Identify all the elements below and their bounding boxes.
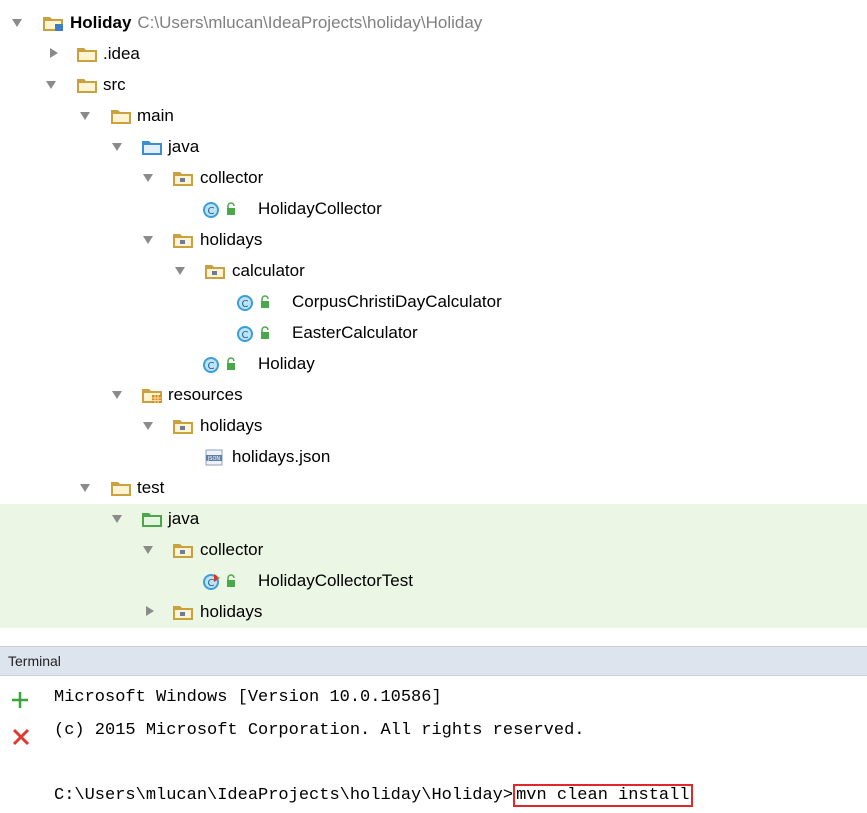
expand-arrow-icon[interactable] xyxy=(143,546,153,554)
tree-item-label: java xyxy=(168,137,200,156)
svg-text:JSON: JSON xyxy=(207,456,221,462)
tree-item-label: collector xyxy=(200,168,264,187)
package-icon xyxy=(173,172,193,186)
terminal-output-line: Microsoft Windows [Version 10.0.10586] xyxy=(54,688,442,707)
expand-arrow-icon[interactable] xyxy=(12,19,22,27)
expand-arrow-icon[interactable] xyxy=(112,391,122,399)
expand-arrow-icon[interactable] xyxy=(143,174,153,182)
tree-item-label: EasterCalculator xyxy=(292,323,418,342)
module-folder-icon xyxy=(43,17,63,31)
tree-row-class[interactable]: C EasterCalculator xyxy=(0,318,867,349)
package-icon xyxy=(205,265,225,279)
test-source-folder-icon xyxy=(142,513,162,527)
tree-item-label: .idea xyxy=(103,44,140,63)
tree-row-collector[interactable]: collector xyxy=(0,163,867,194)
tree-item-label: collector xyxy=(200,540,264,559)
tree-item-label: resources xyxy=(168,385,243,404)
expand-arrow-icon[interactable] xyxy=(80,484,90,492)
terminal-panel[interactable]: Microsoft Windows [Version 10.0.10586] (… xyxy=(0,676,867,813)
terminal-prompt-line[interactable]: C:\Users\mlucan\IdeaProjects\holiday\Hol… xyxy=(54,784,693,807)
folder-icon xyxy=(111,482,131,496)
new-session-plus-icon[interactable] xyxy=(10,690,30,710)
folder-icon xyxy=(77,79,97,93)
tree-row-class[interactable]: C Holiday xyxy=(0,349,867,380)
tree-item-label: java xyxy=(168,509,200,528)
tree-row-java-test[interactable]: java xyxy=(0,504,867,535)
tree-item-label: Holiday xyxy=(258,354,315,373)
tree-row-java-main[interactable]: java xyxy=(0,132,867,163)
class-icon: C xyxy=(237,326,269,342)
package-icon xyxy=(173,234,193,248)
tree-row-holidays-test[interactable]: holidays xyxy=(0,597,867,628)
class-icon: C xyxy=(203,202,235,218)
tree-row-main[interactable]: main xyxy=(0,101,867,132)
tree-item-label: calculator xyxy=(232,261,305,280)
tree-item-label: CorpusChristiDayCalculator xyxy=(292,292,502,311)
tree-row-root[interactable]: Holiday C:\Users\mlucan\IdeaProjects\holi… xyxy=(0,8,867,39)
resources-folder-icon xyxy=(142,389,162,403)
collapse-arrow-icon[interactable] xyxy=(50,48,58,58)
tree-item-label: main xyxy=(137,106,174,125)
tree-item-label: holidays xyxy=(200,416,263,435)
collapse-arrow-icon[interactable] xyxy=(146,606,154,616)
expand-arrow-icon[interactable] xyxy=(46,81,56,89)
terminal-command[interactable]: mvn clean install xyxy=(513,784,693,807)
terminal-output-line: (c) 2015 Microsoft Corporation. All righ… xyxy=(54,721,585,740)
tree-row-test-class[interactable]: C HolidayCollectorTest xyxy=(0,566,867,597)
expand-arrow-icon[interactable] xyxy=(80,112,90,120)
svg-text:C: C xyxy=(208,578,215,589)
root-label: Holiday C:\Users\mlucan\IdeaProjects\holi… xyxy=(70,13,483,32)
source-folder-icon xyxy=(142,141,162,155)
tree-row-class[interactable]: C HolidayCollector xyxy=(0,194,867,225)
tree-row-holidays-resources[interactable]: holidays xyxy=(0,411,867,442)
package-icon xyxy=(173,606,193,620)
expand-arrow-icon[interactable] xyxy=(175,267,185,275)
terminal-title[interactable]: Terminal xyxy=(8,653,61,669)
tree-item-label: test xyxy=(137,478,165,497)
tree-row-idea[interactable]: .idea xyxy=(0,39,867,70)
tree-row-src[interactable]: src xyxy=(0,70,867,101)
tree-item-label: HolidayCollectorTest xyxy=(258,571,413,590)
tree-row-resources[interactable]: resources xyxy=(0,380,867,411)
svg-text:C: C xyxy=(242,299,249,310)
tree-row-json-file[interactable]: JSON holidays.json xyxy=(0,442,867,473)
folder-icon xyxy=(77,48,97,62)
folder-icon xyxy=(111,110,131,124)
close-session-icon[interactable] xyxy=(12,728,30,746)
tree-item-label: holidays xyxy=(200,602,263,621)
project-tree: Holiday C:\Users\mlucan\IdeaProjects\holi… xyxy=(0,0,867,646)
tree-row-calculator[interactable]: calculator xyxy=(0,256,867,287)
svg-text:C: C xyxy=(208,361,215,372)
terminal-prompt: C:\Users\mlucan\IdeaProjects\holiday\Hol… xyxy=(54,786,514,805)
class-icon: C xyxy=(203,357,235,373)
root-path: C:\Users\mlucan\IdeaProjects\holiday\Hol… xyxy=(137,13,483,32)
test-class-icon: C xyxy=(203,574,235,590)
tree-item-label: src xyxy=(103,75,126,94)
expand-arrow-icon[interactable] xyxy=(112,143,122,151)
tree-item-label: holidays xyxy=(200,230,263,249)
tree-row-holidays[interactable]: holidays xyxy=(0,225,867,256)
tree-row-class[interactable]: C CorpusChristiDayCalculator xyxy=(0,287,867,318)
expand-arrow-icon[interactable] xyxy=(112,515,122,523)
json-file-icon: JSON xyxy=(205,449,223,466)
tree-row-collector-test[interactable]: collector xyxy=(0,535,867,566)
svg-text:C: C xyxy=(242,330,249,341)
tree-row-test[interactable]: test xyxy=(0,473,867,504)
svg-text:C: C xyxy=(208,206,215,217)
terminal-header: Terminal xyxy=(0,646,867,676)
package-icon xyxy=(173,420,193,434)
package-icon xyxy=(173,544,193,558)
class-icon: C xyxy=(237,295,269,311)
tree-item-label: HolidayCollector xyxy=(258,199,382,218)
tree-item-label: holidays.json xyxy=(232,447,331,466)
expand-arrow-icon[interactable] xyxy=(143,422,153,430)
expand-arrow-icon[interactable] xyxy=(143,236,153,244)
